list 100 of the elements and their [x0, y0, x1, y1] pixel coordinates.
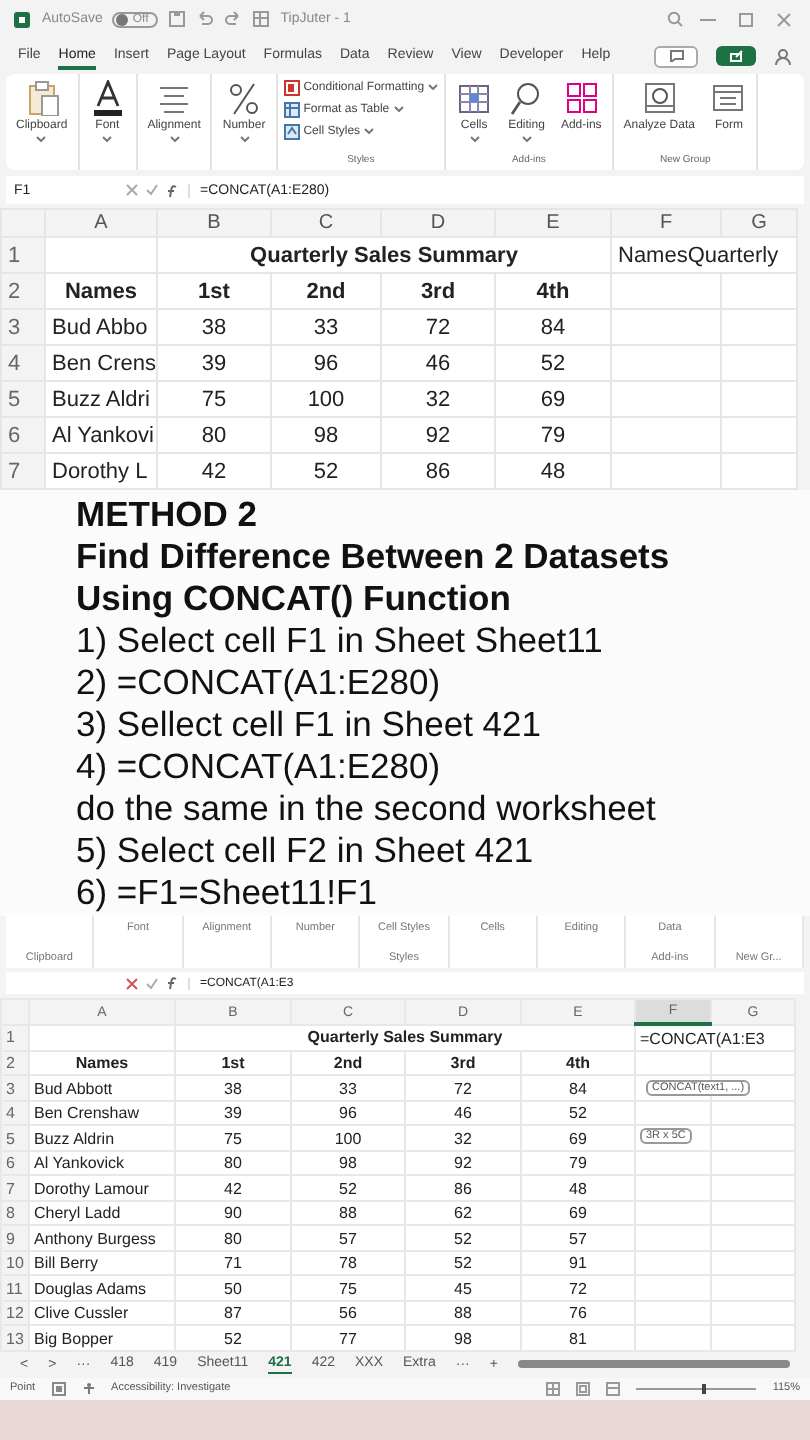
table-cell: 38 — [175, 1075, 291, 1101]
column-header[interactable]: G — [721, 209, 797, 237]
accessibility-icon[interactable] — [81, 1381, 96, 1396]
caption-heading: METHOD 2 — [76, 493, 259, 535]
macro-icon[interactable] — [51, 1381, 66, 1396]
normal-view-icon[interactable] — [546, 1381, 561, 1396]
search-icon[interactable] — [666, 10, 684, 29]
caret-icon — [36, 135, 47, 142]
table-cell: 72 — [381, 309, 495, 345]
row-number[interactable]: 8 — [1, 1200, 29, 1226]
caption-line: 5) Select cell F2 in Sheet 421 — [76, 829, 536, 871]
app-grid-icon — [563, 79, 600, 116]
scrollbar-thumb[interactable] — [517, 1360, 790, 1369]
table-cell: 98 — [291, 1150, 405, 1176]
table-cell: 46 — [381, 345, 495, 381]
table-style-icon — [283, 101, 300, 118]
row-number[interactable]: 1 — [1, 237, 45, 273]
cancel-icon[interactable] — [126, 184, 138, 197]
table-cell: 98 — [271, 417, 381, 453]
table-cell: 57 — [521, 1225, 635, 1251]
page-break-icon[interactable] — [606, 1381, 621, 1396]
table-cell: Clive Cussler — [29, 1300, 175, 1326]
table-title: Quarterly Sales Summary — [157, 237, 611, 273]
row-number[interactable]: 9 — [1, 1225, 29, 1251]
caption-heading: Using CONCAT() Function — [76, 577, 513, 619]
zoom-slider-thumb[interactable] — [702, 1383, 707, 1394]
table-cell: 79 — [495, 417, 611, 453]
caption-line: 6) =F1=Sheet11!F1 — [76, 871, 379, 913]
caret-icon — [393, 106, 404, 113]
table-cell: 75 — [157, 381, 271, 417]
row-number[interactable]: 6 — [1, 417, 45, 453]
letter-a-icon — [89, 79, 126, 116]
table-cell: 52 — [175, 1325, 291, 1351]
caret-icon — [521, 135, 532, 142]
save-icon[interactable] — [168, 10, 187, 29]
table-cell: NamesQuarterly — [611, 237, 797, 273]
table-cell: 80 — [175, 1150, 291, 1176]
share-button[interactable] — [716, 46, 756, 67]
column-header[interactable]: B — [157, 209, 271, 237]
row-number[interactable]: 4 — [1, 1100, 29, 1126]
table-cell: 79 — [521, 1150, 635, 1176]
table-cell: 100 — [291, 1125, 405, 1151]
table-icon[interactable] — [252, 10, 271, 29]
row-number[interactable]: 2 — [1, 1050, 29, 1076]
table-cell: 52 — [495, 345, 611, 381]
table-cell: Al Yankovick — [29, 1150, 175, 1176]
comments-button[interactable] — [654, 45, 698, 68]
table-cell: 52 — [291, 1175, 405, 1201]
caption-line: 2) =CONCAT(A1:E280) — [76, 661, 443, 703]
table-cell: 45 — [405, 1275, 521, 1301]
row-number[interactable]: 4 — [1, 345, 45, 381]
column-heading: 3rd — [405, 1050, 521, 1076]
table-cell: 71 — [175, 1250, 291, 1276]
row-number[interactable]: 6 — [1, 1150, 29, 1176]
table-cell: =CONCAT(A1:E3 — [635, 1024, 795, 1051]
check-icon[interactable] — [146, 977, 158, 990]
table-cell: 81 — [521, 1325, 635, 1351]
row-number[interactable]: 12 — [1, 1300, 29, 1326]
column-header[interactable]: C — [271, 209, 381, 237]
table-cell: Ben Crenshaw — [29, 1100, 175, 1126]
cancel-icon[interactable] — [126, 977, 138, 990]
table-cell: 72 — [405, 1075, 521, 1101]
table-cell: 69 — [521, 1200, 635, 1226]
person-icon[interactable] — [774, 47, 792, 66]
row-number[interactable]: 10 — [1, 1250, 29, 1276]
caret-icon — [239, 135, 250, 142]
function-icon[interactable] — [166, 976, 180, 991]
table-cell: Dorothy Lamour — [29, 1175, 175, 1201]
column-header[interactable]: D — [381, 209, 495, 237]
redo-icon[interactable] — [224, 10, 243, 29]
column-header[interactable]: F — [611, 209, 721, 237]
function-icon[interactable] — [166, 183, 180, 198]
column-heading: 3rd — [381, 273, 495, 309]
row-number[interactable]: 3 — [1, 309, 45, 345]
row-number[interactable]: 11 — [1, 1275, 29, 1301]
row-number[interactable]: 5 — [1, 381, 45, 417]
table-cell: 62 — [405, 1200, 521, 1226]
table-cell: 32 — [405, 1125, 521, 1151]
check-icon[interactable] — [146, 184, 158, 197]
column-header[interactable]: A — [45, 209, 157, 237]
spreadsheet-logo-icon[interactable] — [12, 9, 32, 30]
page-layout-icon[interactable] — [576, 1381, 591, 1396]
column-header[interactable]: E — [495, 209, 611, 237]
row-number[interactable]: 5 — [1, 1125, 29, 1151]
row-number[interactable]: 2 — [1, 273, 45, 309]
undo-icon[interactable] — [196, 10, 215, 29]
row-number[interactable]: 1 — [1, 1024, 29, 1051]
table-cell: 98 — [405, 1325, 521, 1351]
row-number[interactable]: 7 — [1, 1175, 29, 1201]
row-number[interactable]: 3 — [1, 1075, 29, 1101]
table-cell: 33 — [271, 309, 381, 345]
table-cell: 50 — [175, 1275, 291, 1301]
share-icon — [729, 50, 743, 63]
table-cell: Anthony Burgess — [29, 1225, 175, 1251]
table-cell: 32 — [381, 381, 495, 417]
row-number[interactable]: 13 — [1, 1325, 29, 1351]
row-number[interactable]: 7 — [1, 453, 45, 489]
table-cell: 52 — [405, 1250, 521, 1276]
table-cell: 39 — [175, 1100, 291, 1126]
table-cell: Bud Abbott — [29, 1075, 175, 1101]
